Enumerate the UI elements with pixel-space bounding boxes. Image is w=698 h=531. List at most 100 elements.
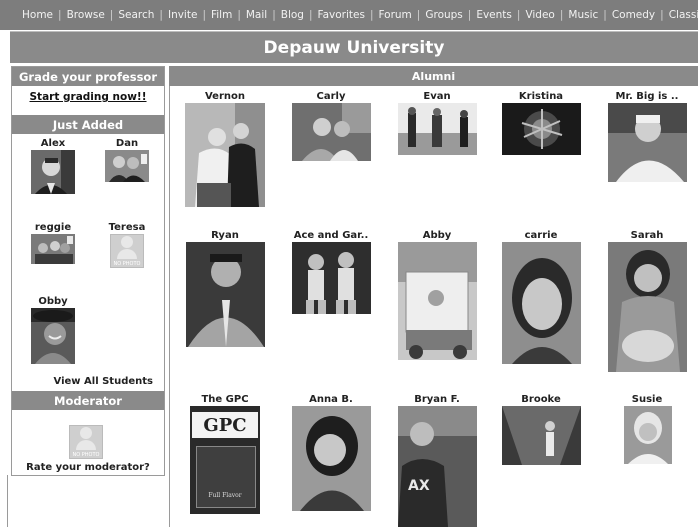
alumni-photo[interactable]: ΑΧ — [397, 406, 477, 527]
nav-separator: | — [559, 9, 564, 21]
nav-music[interactable]: Music — [568, 9, 598, 21]
alumni-photo[interactable] — [397, 103, 477, 155]
top-nav: Home | Browse | Search | Invite | Film | Mail… — [0, 0, 698, 30]
alumni-name[interactable]: Bryan F. — [396, 394, 478, 406]
no-photo-icon[interactable]: NO PHOTO — [69, 425, 103, 459]
student-card: Teresa NO PHOTO — [90, 222, 164, 268]
alumni-card: Ryan — [180, 230, 270, 351]
alumni-card: The GPC GPC Full Flavor — [180, 394, 270, 514]
nav-separator: | — [416, 9, 421, 21]
student-name[interactable]: Obby — [16, 296, 90, 308]
alumni-name[interactable]: Ace and Gar.. — [289, 230, 373, 242]
alumni-name[interactable]: Anna B. — [289, 394, 373, 406]
nav-separator: | — [660, 9, 664, 21]
nav-comedy[interactable]: Comedy — [612, 9, 655, 21]
nav-separator: | — [603, 9, 607, 21]
nav-separator: | — [308, 9, 313, 21]
alumni-heading: Alumni — [169, 66, 698, 86]
view-all-students-link[interactable]: View All Students — [12, 376, 164, 387]
gpc-subtext: Full Flavor — [208, 492, 242, 499]
nav-browse[interactable]: Browse — [67, 9, 105, 21]
alumni-photo[interactable] — [624, 406, 672, 464]
alumni-photo[interactable] — [185, 103, 265, 207]
student-name[interactable]: Dan — [90, 138, 164, 150]
alumni-photo[interactable] — [501, 242, 581, 364]
student-photo[interactable] — [105, 150, 149, 182]
alumni-name[interactable]: carrie — [500, 230, 582, 242]
alumni-card: carrie — [500, 230, 582, 368]
nav-blog[interactable]: Blog — [281, 9, 304, 21]
student-name[interactable]: Teresa — [90, 222, 164, 234]
alumni-name[interactable]: Kristina — [500, 91, 582, 103]
alumni-name[interactable]: Ryan — [180, 230, 270, 242]
no-photo-label: NO PHOTO — [72, 451, 100, 458]
alumni-card: Susie — [605, 394, 689, 468]
alumni-photo[interactable]: GPC Full Flavor — [190, 406, 260, 514]
sidebar: Grade your professor Start grading now!!… — [11, 66, 165, 476]
alumni-name[interactable]: Carly — [289, 91, 373, 103]
alumni-card: Abby — [396, 230, 478, 364]
alumni-photo[interactable] — [607, 103, 687, 182]
student-name[interactable]: Alex — [16, 138, 90, 150]
student-card: Dan — [90, 138, 164, 198]
student-photo[interactable] — [31, 308, 75, 364]
nav-home[interactable]: Home — [22, 9, 53, 21]
just-added-grid: Alex Dan reggie Teresa NO PHOTO Obby — [12, 134, 164, 368]
nav-separator: | — [272, 9, 276, 21]
nav-separator: | — [369, 9, 374, 21]
alumni-card: Anna B. — [289, 394, 373, 515]
student-name[interactable]: reggie — [16, 222, 90, 234]
alumni-name[interactable]: Susie — [605, 394, 689, 406]
alumni-name[interactable]: The GPC — [180, 394, 270, 406]
nav-mail[interactable]: Mail — [246, 9, 267, 21]
nav-search[interactable]: Search — [118, 9, 154, 21]
no-photo-label: NO PHOTO — [113, 260, 141, 267]
student-card: Alex — [16, 138, 90, 198]
nav-separator: | — [202, 9, 206, 21]
alumni-name[interactable]: Brooke — [500, 394, 582, 406]
alumni-photo[interactable] — [291, 406, 371, 511]
student-photo[interactable] — [31, 234, 75, 264]
nav-separator: | — [58, 9, 62, 21]
svg-text:ΑΧ: ΑΧ — [408, 478, 430, 494]
nav-separator: | — [237, 9, 241, 21]
alumni-card: Carly — [289, 91, 373, 165]
alumni-name[interactable]: Mr. Big is .. — [605, 91, 689, 103]
alumni-photo[interactable] — [501, 406, 581, 465]
nav-forum[interactable]: Forum — [379, 9, 412, 21]
alumni-card: Ace and Gar.. — [289, 230, 373, 318]
nav-events[interactable]: Events — [476, 9, 512, 21]
rate-moderator-link[interactable]: Rate your moderator? — [12, 462, 164, 473]
divider — [169, 86, 170, 527]
moderator-heading: Moderator — [12, 391, 164, 410]
student-card: reggie — [16, 222, 90, 268]
alumni-photo[interactable] — [607, 242, 687, 372]
just-added-heading: Just Added — [12, 115, 164, 134]
gpc-logo: GPC — [192, 412, 258, 438]
alumni-photo[interactable] — [291, 242, 371, 314]
alumni-name[interactable]: Evan — [396, 91, 478, 103]
alumni-name[interactable]: Sarah — [605, 230, 689, 242]
no-photo-icon[interactable]: NO PHOTO — [110, 234, 144, 268]
nav-film[interactable]: Film — [211, 9, 232, 21]
alumni-photo[interactable] — [291, 103, 371, 161]
student-photo[interactable] — [31, 150, 75, 194]
alumni-card: Brooke — [500, 394, 582, 469]
alumni-name[interactable]: Vernon — [180, 91, 270, 103]
alumni-photo[interactable] — [397, 242, 477, 360]
nav-invite[interactable]: Invite — [168, 9, 197, 21]
alumni-photo[interactable] — [185, 242, 265, 347]
alumni-photo[interactable] — [501, 103, 581, 155]
alumni-card: Sarah — [605, 230, 689, 376]
nav-video[interactable]: Video — [525, 9, 554, 21]
alumni-card: Evan — [396, 91, 478, 159]
nav-classifieds[interactable]: Classifieds — [669, 9, 698, 21]
alumni-name[interactable]: Abby — [396, 230, 478, 242]
nav-favorites[interactable]: Favorites — [318, 9, 365, 21]
alumni-card: Bryan F. ΑΧ — [396, 394, 478, 531]
start-grading-link[interactable]: Start grading now!! — [12, 91, 164, 103]
alumni-card: Mr. Big is .. — [605, 91, 689, 186]
grade-professor-heading: Grade your professor — [12, 67, 164, 86]
nav-groups[interactable]: Groups — [425, 9, 462, 21]
alumni-card: Kristina — [500, 91, 582, 159]
